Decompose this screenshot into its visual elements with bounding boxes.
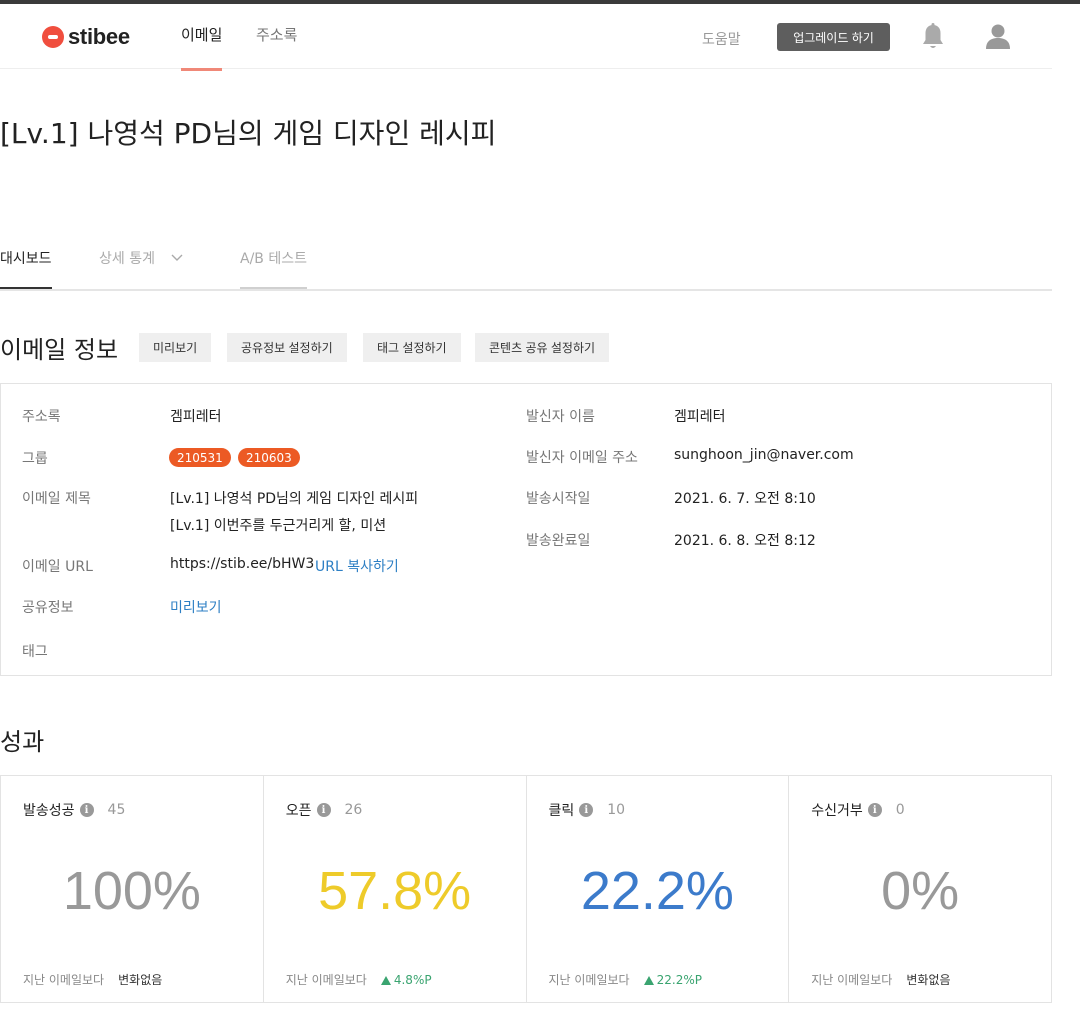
stat-label: 오픈	[285, 803, 312, 819]
address-book-label: 주소록	[22, 409, 61, 425]
stat-card-click: 클릭 i 10 22.2% 지난 이메일보다 22.2%P	[525, 775, 790, 1003]
sender-name-label: 발신자 이름	[526, 409, 595, 425]
group-badge: 210603	[238, 448, 300, 467]
tag-settings-button[interactable]: 태그 설정하기	[363, 333, 461, 362]
stat-compare: 지난 이메일보다 변화없음	[23, 971, 162, 988]
nav-tab-address-book[interactable]: 주소록	[256, 24, 297, 45]
stat-count: 45	[107, 802, 126, 818]
stat-delta: 변화없음	[906, 973, 951, 987]
sender-email-label: 발신자 이메일 주소	[526, 450, 638, 466]
info-icon[interactable]: i	[79, 803, 94, 817]
stat-card-unsubscribe: 수신거부 i 0 0% 지난 이메일보다 변화없음	[788, 775, 1052, 1003]
stat-label: 수신거부	[811, 803, 863, 819]
stat-delta-value: 22.2%P	[656, 972, 702, 987]
performance-title: 성과	[0, 728, 45, 756]
copy-url-link[interactable]: URL 복사하기	[315, 556, 399, 576]
stibee-logo-icon	[42, 26, 64, 48]
stat-card-open: 오픈 i 26 57.8% 지난 이메일보다 4.8%P	[262, 775, 527, 1003]
content-share-settings-button[interactable]: 콘텐츠 공유 설정하기	[475, 333, 610, 362]
stat-delta: 22.2%P	[643, 972, 702, 987]
group-badge: 210531	[169, 448, 231, 467]
send-end-label: 발송완료일	[526, 533, 591, 549]
stat-delta: 변화없음	[118, 973, 163, 987]
sender-email-value: sunghoon_jin@naver.com	[674, 447, 854, 463]
address-book-value: 겜피레터	[170, 409, 222, 425]
tab-dashboard[interactable]: 대시보드	[0, 248, 52, 289]
performance-cards: 발송성공 i 45 100% 지난 이메일보다 변화없음 오픈 i 26 57.…	[0, 775, 1052, 1003]
chevron-down-icon	[171, 250, 183, 266]
info-icon[interactable]: i	[579, 803, 594, 817]
stat-delta: 4.8%P	[380, 972, 432, 987]
subject-line-2: [Lv.1] 이번주를 두근거리게 할, 미션	[170, 518, 387, 534]
stat-count: 26	[344, 802, 363, 818]
bell-icon[interactable]	[920, 22, 946, 52]
stat-percentage: 0%	[881, 861, 960, 921]
stat-label: 클릭	[548, 803, 575, 819]
send-start-label: 발송시작일	[526, 491, 591, 507]
stat-card-header: 수신거부 i 0	[811, 800, 904, 820]
top-navigation: stibee 이메일 주소록 도움말 업그레이드 하기	[0, 4, 1052, 71]
tab-ab-test[interactable]: A/B 테스트	[240, 248, 307, 289]
tab-detailed-stats-label: 상세 통계	[99, 251, 155, 267]
compare-label: 지난 이메일보다	[23, 973, 105, 987]
subject-line-1: [Lv.1] 나영석 PD님의 게임 디자인 레시피	[170, 491, 419, 507]
compare-label: 지난 이메일보다	[811, 973, 893, 987]
info-icon[interactable]: i	[867, 803, 882, 817]
stat-count: 0	[895, 802, 905, 818]
upgrade-button[interactable]: 업그레이드 하기	[777, 23, 890, 51]
share-info-label: 공유정보	[22, 600, 74, 616]
sender-name-value: 겜피레터	[674, 409, 726, 425]
send-end-value: 2021. 6. 8. 오전 8:12	[674, 533, 816, 549]
help-link[interactable]: 도움말	[702, 29, 741, 49]
share-preview-link[interactable]: 미리보기	[170, 597, 222, 617]
preview-button[interactable]: 미리보기	[139, 333, 212, 362]
stat-card-delivered: 발송성공 i 45 100% 지난 이메일보다 변화없음	[0, 775, 264, 1003]
compare-label: 지난 이메일보다	[548, 973, 630, 987]
content-tabs: 대시보드 상세 통계 A/B 테스트	[0, 240, 1052, 291]
stat-count: 10	[607, 802, 626, 818]
compare-label: 지난 이메일보다	[285, 973, 367, 987]
triangle-up-icon	[643, 975, 654, 985]
stat-delta-value: 4.8%P	[393, 972, 432, 987]
page-title: [Lv.1] 나영석 PD님의 게임 디자인 레시피	[0, 117, 497, 150]
subject-label: 이메일 제목	[22, 491, 91, 507]
nav-tab-email[interactable]: 이메일	[181, 24, 223, 71]
stat-percentage: 57.8%	[318, 861, 472, 921]
stat-compare: 지난 이메일보다 4.8%P	[286, 971, 432, 988]
share-settings-button[interactable]: 공유정보 설정하기	[227, 333, 347, 362]
tag-label: 태그	[22, 644, 48, 660]
send-start-value: 2021. 6. 7. 오전 8:10	[674, 491, 816, 507]
email-url-value: https://stib.ee/bHW3	[170, 556, 315, 572]
user-icon[interactable]	[984, 22, 1012, 52]
email-info-title: 이메일 정보	[0, 336, 119, 364]
stibee-logo[interactable]: stibee	[42, 24, 130, 50]
stat-compare: 지난 이메일보다 변화없음	[811, 971, 950, 988]
email-url-label: 이메일 URL	[22, 559, 93, 575]
stat-compare: 지난 이메일보다 22.2%P	[549, 971, 702, 988]
stat-percentage: 100%	[62, 861, 201, 921]
stat-percentage: 22.2%	[580, 861, 734, 921]
tab-detailed-stats[interactable]: 상세 통계	[99, 248, 183, 287]
triangle-up-icon	[380, 975, 391, 985]
info-icon[interactable]: i	[316, 803, 331, 817]
stat-card-header: 발송성공 i 45	[23, 800, 125, 820]
stat-card-header: 오픈 i 26	[286, 800, 363, 820]
stat-card-header: 클릭 i 10	[549, 800, 626, 820]
logo-text: stibee	[68, 24, 130, 49]
stat-label: 발송성공	[23, 803, 75, 819]
group-label: 그룹	[22, 451, 48, 467]
